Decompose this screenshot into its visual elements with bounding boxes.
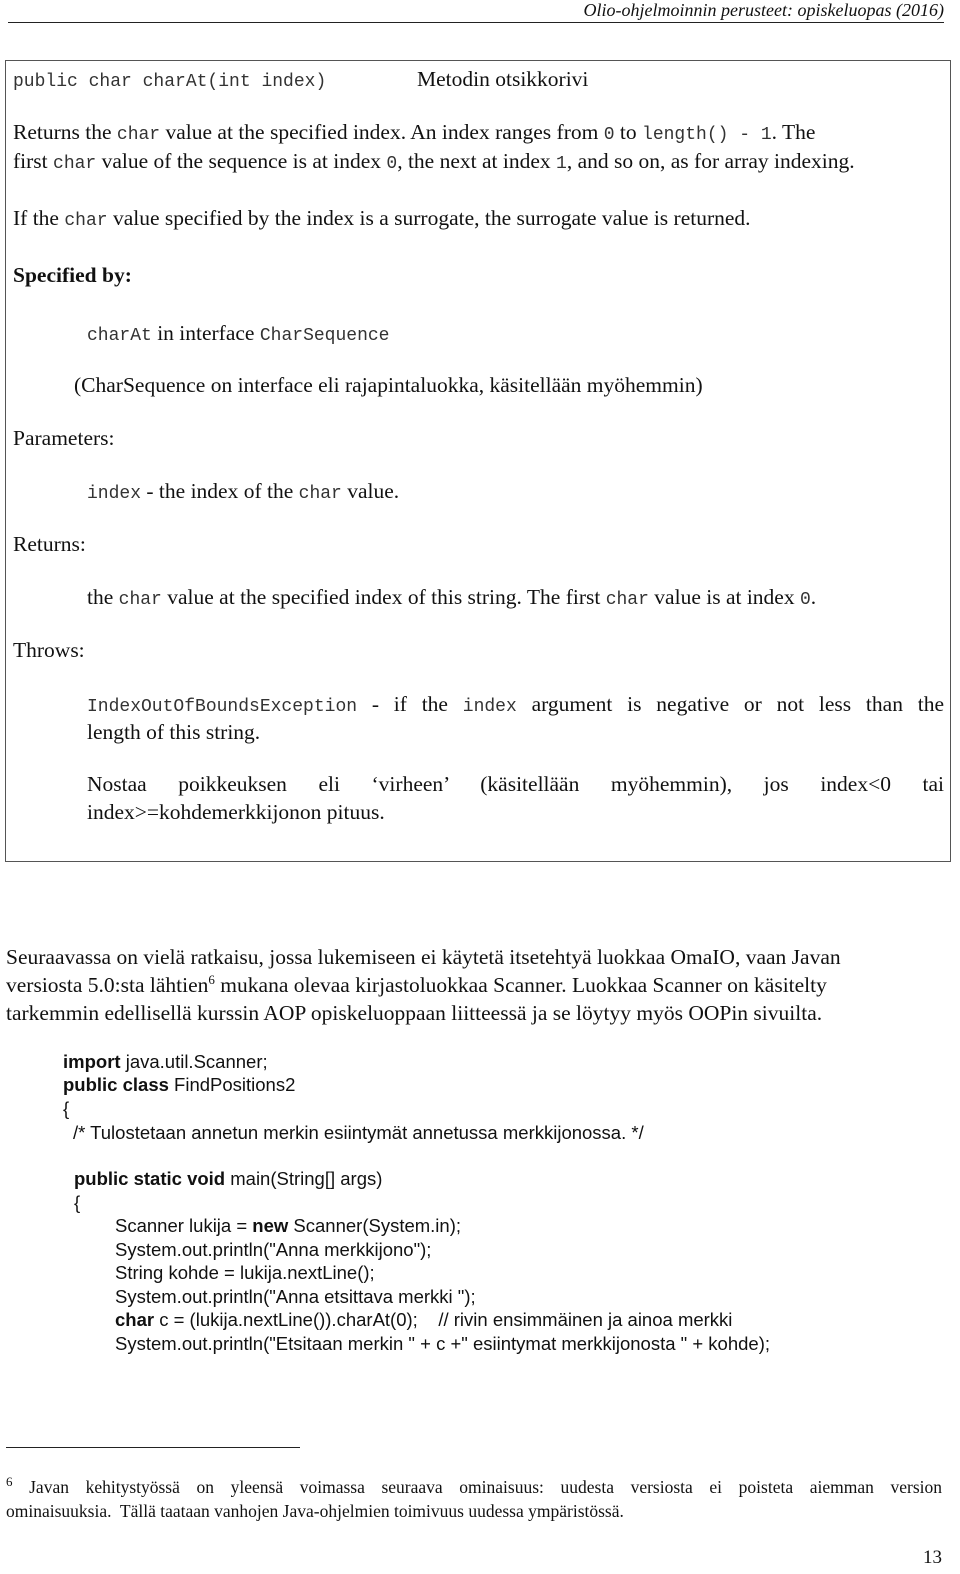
code-line: public static void main(String[] args): [74, 1168, 383, 1189]
body-paragraph-line-2: versiosta 5.0:sta lähtien6 mukana olevaa…: [6, 971, 827, 997]
code-line: System.out.println("Anna etsittava merkk…: [115, 1286, 476, 1307]
running-header: Olio-ohjelmoinnin perusteet: opiskeluopa…: [8, 0, 944, 23]
api-doc-box: public char charAt(int index) Metodin ot…: [5, 60, 951, 862]
signature-note: Metodin otsikkorivi: [417, 67, 589, 91]
code-comment: /* Tulostetaan annetun merkin esiintymät…: [73, 1122, 644, 1143]
running-title: Olio-ohjelmoinnin perusteet: opiskeluopa…: [583, 0, 944, 20]
code-line: System.out.println("Etsitaan merkin " + …: [115, 1333, 771, 1354]
specified-by-label: Specified by:: [13, 263, 132, 287]
footnote-line-2: ominaisuuksia. Tällä taataan vanhojen Ja…: [6, 1501, 624, 1521]
code-line: System.out.println("Anna merkkijono");: [115, 1239, 432, 1260]
specified-by-note: (CharSequence on interface eli rajapinta…: [74, 373, 703, 397]
specified-by-value: charAt in interface CharSequence: [87, 321, 390, 346]
code-line: import java.util.Scanner;: [63, 1051, 268, 1072]
footnote: 6 Javan kehitystyössä on yleensä voimass…: [6, 1475, 942, 1523]
parameters-label: Parameters:: [13, 426, 115, 450]
method-name-link[interactable]: charAt: [87, 326, 152, 346]
throws-note-line-1: Nostaa poikkeuksen eli ‘virheen’ (käsite…: [87, 772, 944, 796]
body-paragraph-line-3: tarkemmin edellisellä kurssin AOP opiske…: [6, 1001, 823, 1025]
throws-line-2: length of this string.: [87, 720, 261, 744]
footnote-divider: [6, 1447, 300, 1448]
throws-note-line-2: index>=kohdemerkkijonon pituus.: [87, 800, 385, 824]
footnote-line-1: 6 Javan kehitystyössä on yleensä voimass…: [6, 1475, 942, 1497]
page-number: 13: [923, 1547, 942, 1568]
throws-line-1: IndexOutOfBoundsException - if the index…: [87, 692, 944, 717]
body-paragraph-line-1: Seuraavassa on vielä ratkaisu, jossa luk…: [6, 945, 841, 969]
interface-link[interactable]: CharSequence: [260, 326, 390, 346]
description-line-1: Returns the char value at the specified …: [13, 120, 816, 145]
method-signature: public char charAt(int index): [13, 72, 327, 92]
code-line: String kohde = lukija.nextLine();: [115, 1262, 375, 1283]
exception-link[interactable]: IndexOutOfBoundsException: [87, 697, 357, 717]
returns-value: the char value at the specified index of…: [87, 585, 817, 610]
code-line: char c = (lukija.nextLine()).charAt(0); …: [115, 1309, 733, 1330]
code-line: public class FindPositions2: [63, 1074, 296, 1095]
parameter-index: index - the index of the char value.: [87, 479, 400, 504]
code-line: {: [63, 1098, 70, 1119]
returns-label: Returns:: [13, 532, 86, 556]
method-signature-row: public char charAt(int index) Metodin ot…: [13, 65, 588, 96]
code-line: Scanner lukija = new Scanner(System.in);: [115, 1215, 462, 1236]
description-line-2: first char value of the sequence is at i…: [13, 149, 855, 174]
code-line: {: [74, 1192, 81, 1213]
surrogate-note: If the char value specified by the index…: [13, 206, 751, 231]
throws-label: Throws:: [13, 638, 85, 662]
